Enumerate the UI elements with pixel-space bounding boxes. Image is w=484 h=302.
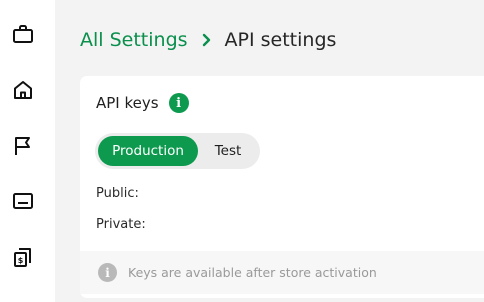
briefcase-icon [13,25,33,43]
sidebar-item-home[interactable] [9,76,37,104]
dollar-documents-icon: $ [14,248,31,267]
private-key-label: Private: [96,217,146,232]
api-keys-heading: API keys i [96,93,189,113]
page-title: API settings [224,29,337,51]
breadcrumb-all-settings-link[interactable]: All Settings [80,29,188,51]
info-icon: i [98,263,117,282]
sidebar-item-flag[interactable] [9,132,37,160]
sidebar-item-briefcase[interactable] [9,20,37,48]
production-toggle-option[interactable]: Production [98,136,198,166]
chevron-right-icon [201,33,212,47]
sidebar-item-card[interactable] [9,187,37,215]
flag-icon [15,137,30,155]
activation-notice: i Keys are available after store activat… [80,251,484,294]
sidebar-nav: $ [0,0,55,302]
home-icon [14,81,32,99]
sidebar-item-billing[interactable]: $ [9,243,37,271]
public-key-label: Public: [96,186,139,201]
api-keys-card: API keys i Production Test Public: Priva… [80,76,484,298]
environment-toggle: Production Test [95,133,260,169]
notice-text: Keys are available after store activatio… [128,265,377,280]
breadcrumb: All Settings API settings [80,27,336,53]
api-keys-title: API keys [96,94,159,112]
card-icon [13,193,33,209]
test-toggle-option[interactable]: Test [198,136,258,166]
svg-text:$: $ [18,256,24,265]
info-icon[interactable]: i [168,93,189,113]
